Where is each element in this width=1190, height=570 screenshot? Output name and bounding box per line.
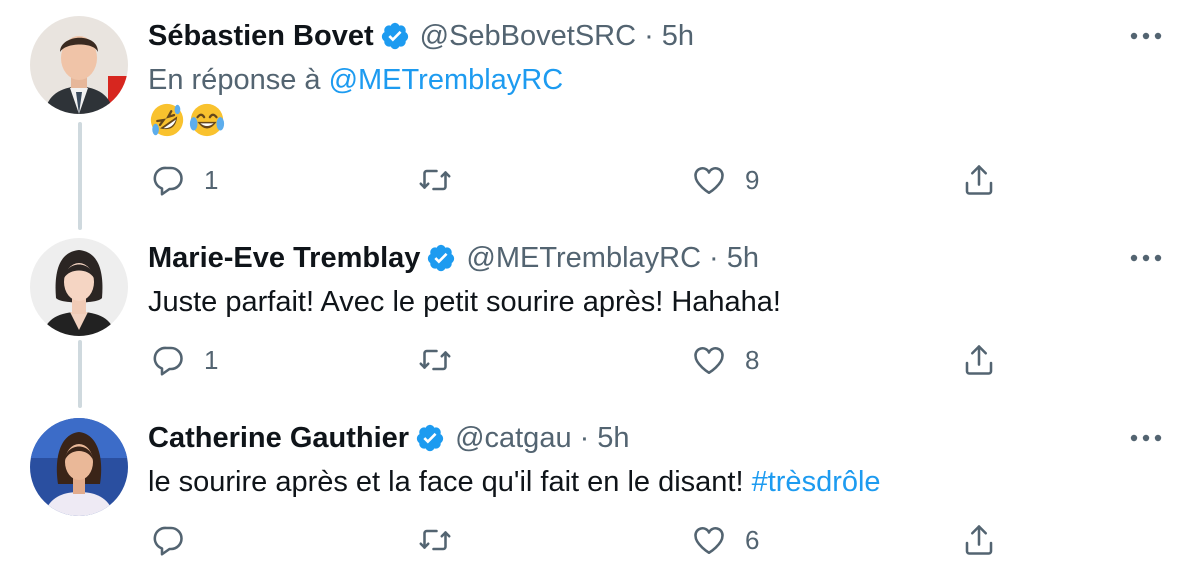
thread-line — [78, 340, 82, 408]
like-icon — [694, 527, 724, 555]
retweet-button[interactable] — [417, 520, 471, 560]
author-handle[interactable]: @SebBovetSRC — [420, 20, 636, 53]
reply-prefix: En réponse à — [148, 64, 321, 96]
verified-badge-icon — [426, 243, 456, 273]
avatar[interactable] — [30, 16, 128, 114]
separator: · — [644, 19, 654, 52]
hashtag-link[interactable]: #trèsdrôle — [752, 466, 881, 498]
tweet-text — [148, 101, 226, 141]
timestamp[interactable]: 5h — [597, 422, 629, 455]
retweet-icon — [419, 529, 451, 551]
like-icon — [694, 167, 724, 195]
author-handle[interactable]: @catgau — [455, 422, 572, 455]
retweet-button[interactable] — [417, 340, 471, 380]
like-count: 9 — [745, 164, 760, 195]
author-name[interactable]: Marie-Eve Tremblay — [148, 242, 420, 275]
reply-button[interactable]: 1 — [150, 340, 218, 380]
timestamp[interactable]: 5h — [662, 20, 694, 53]
share-button[interactable] — [961, 520, 997, 560]
tweet-text-plain: le sourire après et la face qu'il fait e… — [148, 466, 752, 498]
author-handle[interactable]: @METremblayRC — [466, 242, 701, 275]
rolling-on-floor-laughing-emoji-icon — [150, 103, 184, 137]
retweet-icon — [419, 169, 451, 191]
reply-icon — [153, 526, 183, 556]
reply-icon — [153, 346, 183, 376]
retweet-button[interactable] — [417, 160, 471, 200]
like-icon — [694, 347, 724, 375]
more-icon[interactable] — [1128, 26, 1164, 46]
thread-line — [78, 122, 82, 230]
reply-context: En réponse à @METremblayRC — [148, 64, 563, 97]
separator: · — [709, 241, 719, 274]
reply-icon — [153, 166, 183, 196]
share-icon — [965, 345, 993, 375]
avatar[interactable] — [30, 238, 128, 336]
tweet-text: le sourire après et la face qu'il fait e… — [148, 466, 881, 499]
verified-badge-icon — [415, 423, 445, 453]
more-icon[interactable] — [1128, 428, 1164, 448]
reply-to-handle-link[interactable]: @METremblayRC — [329, 64, 564, 96]
reply-count: 1 — [204, 344, 219, 375]
share-icon — [965, 165, 993, 195]
like-button[interactable]: 6 — [691, 520, 759, 560]
verified-badge-icon — [380, 21, 410, 51]
avatar[interactable] — [30, 418, 128, 516]
like-button[interactable]: 8 — [691, 340, 759, 380]
tweet-text: Juste parfait! Avec le petit sourire apr… — [148, 286, 781, 318]
reply-button[interactable]: 1 — [150, 160, 218, 200]
face-with-tears-of-joy-emoji-icon — [189, 103, 225, 137]
author-name[interactable]: Catherine Gauthier — [148, 422, 409, 455]
like-count: 6 — [745, 524, 760, 555]
retweet-icon — [419, 349, 451, 371]
reply-count: 1 — [204, 164, 219, 195]
share-button[interactable] — [961, 340, 997, 380]
timestamp[interactable]: 5h — [727, 242, 759, 275]
like-button[interactable]: 9 — [691, 160, 759, 200]
more-icon[interactable] — [1128, 248, 1164, 268]
like-count: 8 — [745, 344, 760, 375]
share-icon — [965, 525, 993, 555]
share-button[interactable] — [961, 160, 997, 200]
author-name[interactable]: Sébastien Bovet — [148, 20, 374, 53]
reply-button[interactable] — [150, 520, 204, 560]
separator: · — [579, 421, 590, 454]
